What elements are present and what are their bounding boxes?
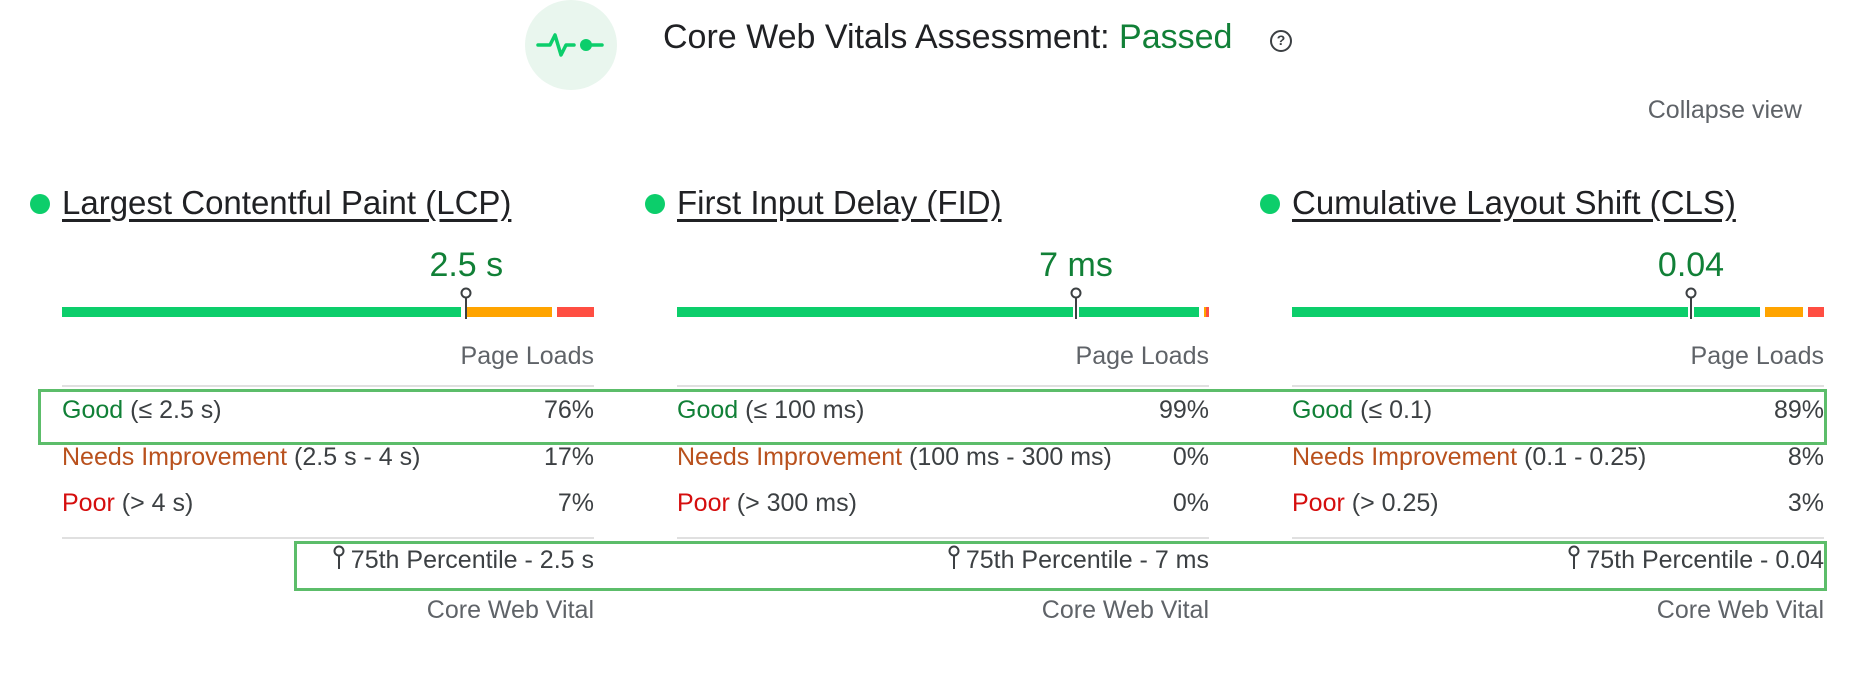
p75-rows-highlight bbox=[294, 541, 1827, 591]
row-poor: Poor (> 300 ms) 0% bbox=[677, 483, 1209, 523]
page-loads-label: Page Loads bbox=[1075, 342, 1209, 370]
bar-segment-good bbox=[1292, 307, 1688, 317]
bar-segment-good bbox=[62, 307, 462, 317]
p75-marker-icon bbox=[1685, 287, 1697, 319]
row-label: Needs Improvement (2.5 s - 4 s) bbox=[62, 443, 420, 472]
good-rows-highlight bbox=[38, 389, 1827, 445]
p75-value: 2.5 s bbox=[429, 246, 504, 284]
metric-name-link[interactable]: First Input Delay (FID) bbox=[677, 184, 1002, 222]
collapse-view-link[interactable]: Collapse view bbox=[1648, 96, 1802, 125]
bucket-range: (> 0.25) bbox=[1344, 488, 1439, 517]
divider bbox=[677, 537, 1209, 539]
core-web-vital-label: Core Web Vital bbox=[1656, 596, 1824, 624]
row-label: Needs Improvement (100 ms - 300 ms) bbox=[677, 443, 1112, 472]
p75-marker-icon bbox=[460, 287, 472, 319]
bucket-label: Needs Improvement bbox=[1292, 442, 1518, 471]
status-dot bbox=[30, 194, 50, 214]
help-circle-icon[interactable]: ? bbox=[1270, 30, 1292, 52]
bucket-percent: 0% bbox=[1172, 488, 1209, 517]
divider bbox=[62, 537, 594, 539]
divider bbox=[1292, 537, 1824, 539]
divider bbox=[677, 385, 1209, 387]
p75-value: 0.04 bbox=[1657, 246, 1725, 284]
core-web-vital-label: Core Web Vital bbox=[426, 596, 594, 624]
assessment-status: Passed bbox=[1119, 18, 1233, 56]
p75-value: 7 ms bbox=[1039, 246, 1113, 284]
bar-segment-needs-improvement bbox=[466, 307, 552, 317]
title-prefix: Core Web Vitals Assessment: bbox=[663, 18, 1120, 56]
divider bbox=[62, 385, 594, 387]
divider bbox=[1292, 385, 1824, 387]
bucket-label: Needs Improvement bbox=[62, 442, 288, 471]
bucket-percent: 8% bbox=[1787, 442, 1824, 471]
row-label: Poor (> 4 s) bbox=[62, 489, 193, 518]
bucket-label: Poor bbox=[62, 488, 115, 517]
bucket-range: (100 ms - 300 ms) bbox=[902, 442, 1112, 471]
bucket-range: (> 300 ms) bbox=[729, 488, 857, 517]
metric-name-link[interactable]: Largest Contentful Paint (LCP) bbox=[62, 184, 511, 222]
page-title: Core Web Vitals Assessment: Passed bbox=[663, 18, 1232, 57]
bar-segment-poor bbox=[1206, 307, 1209, 317]
row-poor: Poor (> 4 s) 7% bbox=[62, 483, 594, 523]
page-loads-label: Page Loads bbox=[1690, 342, 1824, 370]
distribution-bar bbox=[677, 287, 1209, 319]
page-loads-label: Page Loads bbox=[460, 342, 594, 370]
bar-segment-good bbox=[677, 307, 1073, 317]
bucket-label: Poor bbox=[677, 488, 730, 517]
metric-name-link[interactable]: Cumulative Layout Shift (CLS) bbox=[1292, 184, 1736, 222]
bar-segment-good bbox=[1079, 307, 1199, 317]
row-label: Poor (> 300 ms) bbox=[677, 489, 857, 518]
status-dot bbox=[1260, 194, 1280, 214]
vitals-pulse-icon bbox=[525, 0, 617, 90]
bar-segment-good bbox=[1694, 307, 1761, 317]
row-poor: Poor (> 0.25) 3% bbox=[1292, 483, 1824, 523]
p75-marker-icon bbox=[1070, 287, 1082, 319]
status-dot bbox=[645, 194, 665, 214]
bar-segment-poor bbox=[556, 307, 594, 317]
row-label: Poor (> 0.25) bbox=[1292, 489, 1439, 518]
bucket-label: Poor bbox=[1292, 488, 1345, 517]
bucket-range: (2.5 s - 4 s) bbox=[287, 442, 421, 471]
bucket-percent: 7% bbox=[557, 488, 594, 517]
distribution-bar bbox=[1292, 287, 1824, 319]
bucket-range: (> 4 s) bbox=[114, 488, 194, 517]
bucket-percent: 17% bbox=[543, 442, 594, 471]
bucket-range: (0.1 - 0.25) bbox=[1517, 442, 1647, 471]
bar-segment-poor bbox=[1808, 307, 1824, 317]
bar-segment-needs-improvement bbox=[1765, 307, 1804, 317]
core-web-vital-label: Core Web Vital bbox=[1041, 596, 1209, 624]
distribution-bar bbox=[62, 287, 594, 319]
row-label: Needs Improvement (0.1 - 0.25) bbox=[1292, 443, 1646, 472]
bucket-percent: 3% bbox=[1787, 488, 1824, 517]
bucket-label: Needs Improvement bbox=[677, 442, 903, 471]
bucket-percent: 0% bbox=[1172, 442, 1209, 471]
